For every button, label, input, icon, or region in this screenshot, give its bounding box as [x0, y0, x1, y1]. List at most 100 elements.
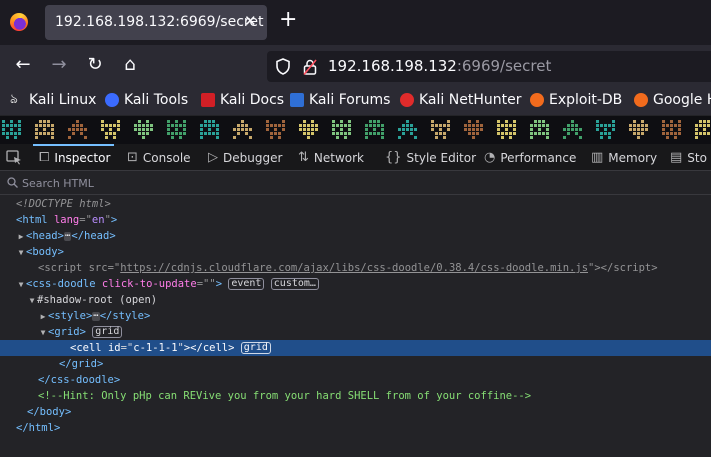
head-close-tag-name: head [84, 230, 110, 242]
tree-node-html[interactable]: <html lang="en"> [0, 212, 711, 228]
style-tag-name: style [54, 310, 86, 322]
doodle-sprite [530, 120, 549, 139]
tab-inspector[interactable]: ⧠ Inspector [33, 144, 115, 171]
tab-style-editor[interactable]: {} Style Editor [385, 144, 476, 171]
home-button[interactable]: ⌂ [119, 54, 141, 76]
tab-label: Network [313, 150, 365, 165]
search-icon [7, 177, 18, 188]
forward-button[interactable]: → [48, 54, 70, 76]
tree-node-body-close[interactable]: </body> [0, 404, 711, 420]
script-close-tag-name: script [613, 262, 652, 274]
html-tag-name: html [22, 214, 48, 226]
tree-node-head[interactable]: ▶ <head>⋯</head> [0, 228, 711, 244]
tab-label: Performance [500, 150, 577, 165]
kali-dragon-icon: ঌ [10, 92, 18, 107]
doodle-sprite [200, 120, 219, 139]
bookmark-kali-linux[interactable]: ঌ Kali Linux [10, 92, 96, 108]
tree-node-cell-selected[interactable]: <cell id="c-1-1-1"></cell> grid [0, 340, 711, 356]
kali-tools-icon [105, 93, 119, 107]
tree-node-css-doodle[interactable]: ▼ <css-doodle click-to-update=""> event c… [0, 276, 711, 292]
html-close-tag-name: html [28, 422, 54, 434]
inspector-icon: ⧠ [39, 150, 50, 165]
bookmark-exploit-db[interactable]: Exploit-DB [530, 92, 622, 108]
bookmark-kali-tools[interactable]: Kali Tools [105, 92, 188, 108]
doodle-close-tag-name: css-doodle [50, 374, 114, 386]
expand-twisty-icon[interactable]: ▶ [38, 309, 48, 325]
devtools-toolbar: ⧠ Inspector ⊡ Console ▷ Debugger ⇅ Netwo… [0, 144, 711, 171]
tree-node-grid-close[interactable]: </grid> [0, 356, 711, 372]
new-tab-button[interactable]: + [279, 9, 297, 31]
bookmark-label: Kali Tools [124, 92, 189, 108]
tab-debugger[interactable]: ▷ Debugger [208, 144, 282, 171]
tree-node-comment[interactable]: <!--Hint: Only pHp can REVive you from y… [0, 388, 711, 404]
doodle-tag-name: css-doodle [32, 278, 96, 290]
nethunter-icon [400, 93, 414, 107]
insecure-lock-icon[interactable] [303, 59, 317, 75]
collapse-twisty-icon[interactable]: ▼ [16, 277, 26, 293]
tree-node-style[interactable]: ▶ <style>⋯</style> [0, 308, 711, 324]
html-search-bar [0, 171, 711, 195]
doodle-sprite [596, 120, 615, 139]
tree-node-body[interactable]: ▼ <body> [0, 244, 711, 260]
firefox-logo-icon[interactable] [10, 13, 28, 31]
reload-button[interactable]: ↻ [84, 54, 106, 76]
doodle-sprite [365, 120, 384, 139]
cell-tag-name: cell [76, 342, 102, 354]
collapsed-ellipsis[interactable]: ⋯ [92, 312, 100, 321]
tree-node-css-doodle-close[interactable]: </css-doodle> [0, 372, 711, 388]
collapse-twisty-icon[interactable]: ▼ [16, 245, 26, 261]
bookmark-google-hacking[interactable]: Google H [634, 92, 711, 108]
tab-label: Style Editor [406, 150, 477, 165]
bookmark-kali-forums[interactable]: Kali Forums [290, 92, 390, 108]
custom-element-badge[interactable]: custom… [270, 278, 319, 290]
tab-console[interactable]: ⊡ Console [127, 144, 191, 171]
tracking-shield-icon[interactable] [275, 58, 291, 75]
bookmark-label: Kali Forums [309, 92, 391, 108]
script-src-link[interactable]: https://cdnjs.cloudflare.com/ajax/libs/c… [120, 262, 588, 274]
tab-label: Sto [687, 150, 707, 165]
exploitdb-icon [530, 93, 544, 107]
event-badge[interactable]: event [228, 278, 265, 290]
tree-node-script[interactable]: <script src="https://cdnjs.cloudflare.co… [0, 260, 711, 276]
tab-network[interactable]: ⇅ Network [298, 144, 364, 171]
doodle-sprite [629, 120, 648, 139]
head-tag-name: head [32, 230, 58, 242]
doodle-sprite [167, 120, 186, 139]
collapse-twisty-icon[interactable]: ▼ [38, 325, 48, 341]
tree-node-doctype[interactable]: <!DOCTYPE html> [0, 196, 711, 212]
bookmark-kali-nethunter[interactable]: Kali NetHunter [400, 92, 521, 108]
url-text[interactable]: 192.168.198.132:6969/secret [328, 57, 551, 75]
search-html-input[interactable] [22, 175, 322, 191]
tab-label: Debugger [223, 150, 283, 165]
back-button[interactable]: ← [12, 54, 34, 76]
bookmark-kali-docs[interactable]: Kali Docs [201, 92, 284, 108]
performance-icon: ◔ [484, 150, 496, 165]
doodle-sprite [233, 120, 252, 139]
markup-tree: <!DOCTYPE html> <html lang="en"> ▶ <head>… [0, 196, 711, 457]
grid-badge[interactable]: grid [240, 342, 271, 354]
tab-memory[interactable]: ▥ Memory [591, 144, 657, 171]
grid-badge[interactable]: grid [92, 326, 123, 338]
tab-performance[interactable]: ◔ Performance [484, 144, 576, 171]
url-bar[interactable]: 192.168.198.132:6969/secret [267, 51, 711, 82]
collapse-twisty-icon[interactable]: ▼ [27, 293, 37, 309]
tree-node-html-close[interactable]: </html> [0, 420, 711, 436]
element-picker-icon[interactable] [6, 150, 22, 165]
doodle-sprite [35, 120, 54, 139]
doodle-sprite [332, 120, 351, 139]
close-tab-icon[interactable]: ✕ [244, 12, 257, 30]
tab-storage[interactable]: ▤ Sto [670, 144, 707, 171]
cell-close-tag-name: cell [202, 342, 229, 354]
body-close-tag-name: body [39, 406, 65, 418]
doodle-sprite [134, 120, 153, 139]
tab-title: 192.168.198.132:6969/secret [55, 14, 264, 30]
tree-node-shadow-root[interactable]: ▼ #shadow-root (open) [0, 292, 711, 308]
browser-tab[interactable]: 192.168.198.132:6969/secret ✕ [45, 5, 267, 40]
expand-twisty-icon[interactable]: ▶ [16, 229, 26, 245]
tree-node-grid[interactable]: ▼ <grid> grid [0, 324, 711, 340]
bookmark-label: Google H [653, 92, 711, 108]
attr-name: lang [53, 214, 80, 226]
tab-label: Inspector [54, 150, 111, 165]
bookmark-label: Kali Linux [29, 92, 97, 108]
css-doodle-pattern[interactable] [0, 116, 711, 144]
